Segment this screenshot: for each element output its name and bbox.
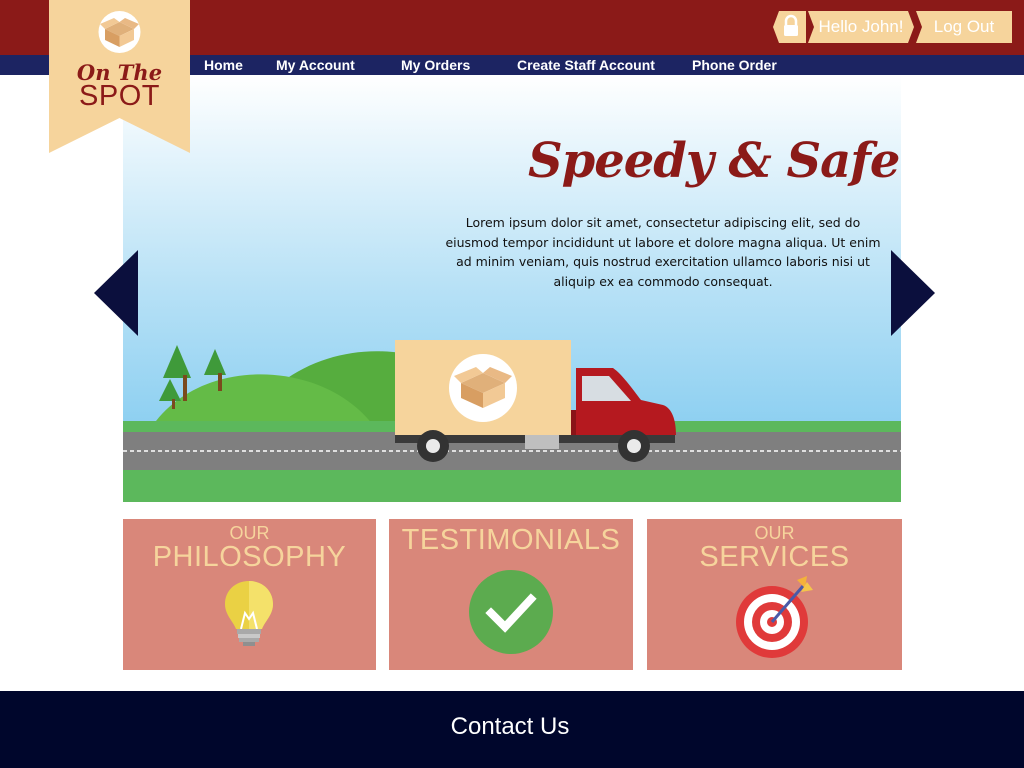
hero-banner: Speedy & Safe Lorem ipsum dolor sit amet… [123, 75, 901, 502]
nav-my-account[interactable]: My Account [276, 55, 355, 75]
nav-my-orders[interactable]: My Orders [401, 55, 470, 75]
brand-logo[interactable]: On The SPOT [49, 0, 190, 153]
target-icon [736, 576, 813, 658]
card-philosophy[interactable]: OUR PHILOSOPHY [123, 519, 376, 670]
user-greeting[interactable]: Hello John! [808, 11, 914, 43]
card-services[interactable]: OUR SERVICES [647, 519, 902, 670]
nav-phone-order[interactable]: Phone Order [692, 55, 777, 75]
nav-home[interactable]: Home [204, 55, 243, 75]
card-philosophy-title: PHILOSOPHY [152, 541, 347, 573]
card-services-title: SERVICES [699, 541, 850, 573]
card-testimonials[interactable]: TESTIMONIALS [389, 519, 633, 670]
user-greeting-text: Hello John! [818, 17, 904, 36]
lightbulb-icon [225, 581, 273, 646]
logout-button[interactable]: Log Out [916, 11, 1012, 43]
logo-name-text: SPOT [79, 80, 160, 112]
hero-description: Lorem ipsum dolor sit amet, consectetur … [445, 215, 881, 289]
hero-title: Speedy & Safe [528, 133, 900, 189]
logout-label: Log Out [933, 17, 995, 36]
nav-create-staff-account[interactable]: Create Staff Account [517, 55, 655, 75]
checkmark-icon [469, 570, 553, 654]
chevron-right-icon [891, 250, 935, 336]
card-testimonials-title: TESTIMONIALS [401, 524, 621, 556]
carousel-next-button[interactable] [891, 250, 935, 336]
carousel-prev-button[interactable] [94, 250, 138, 336]
grass-ground [123, 470, 901, 502]
chevron-left-icon [94, 250, 138, 336]
lock-icon [773, 11, 806, 43]
footer: Contact Us [0, 691, 1024, 768]
contact-us-link[interactable]: Contact Us [0, 713, 1020, 741]
